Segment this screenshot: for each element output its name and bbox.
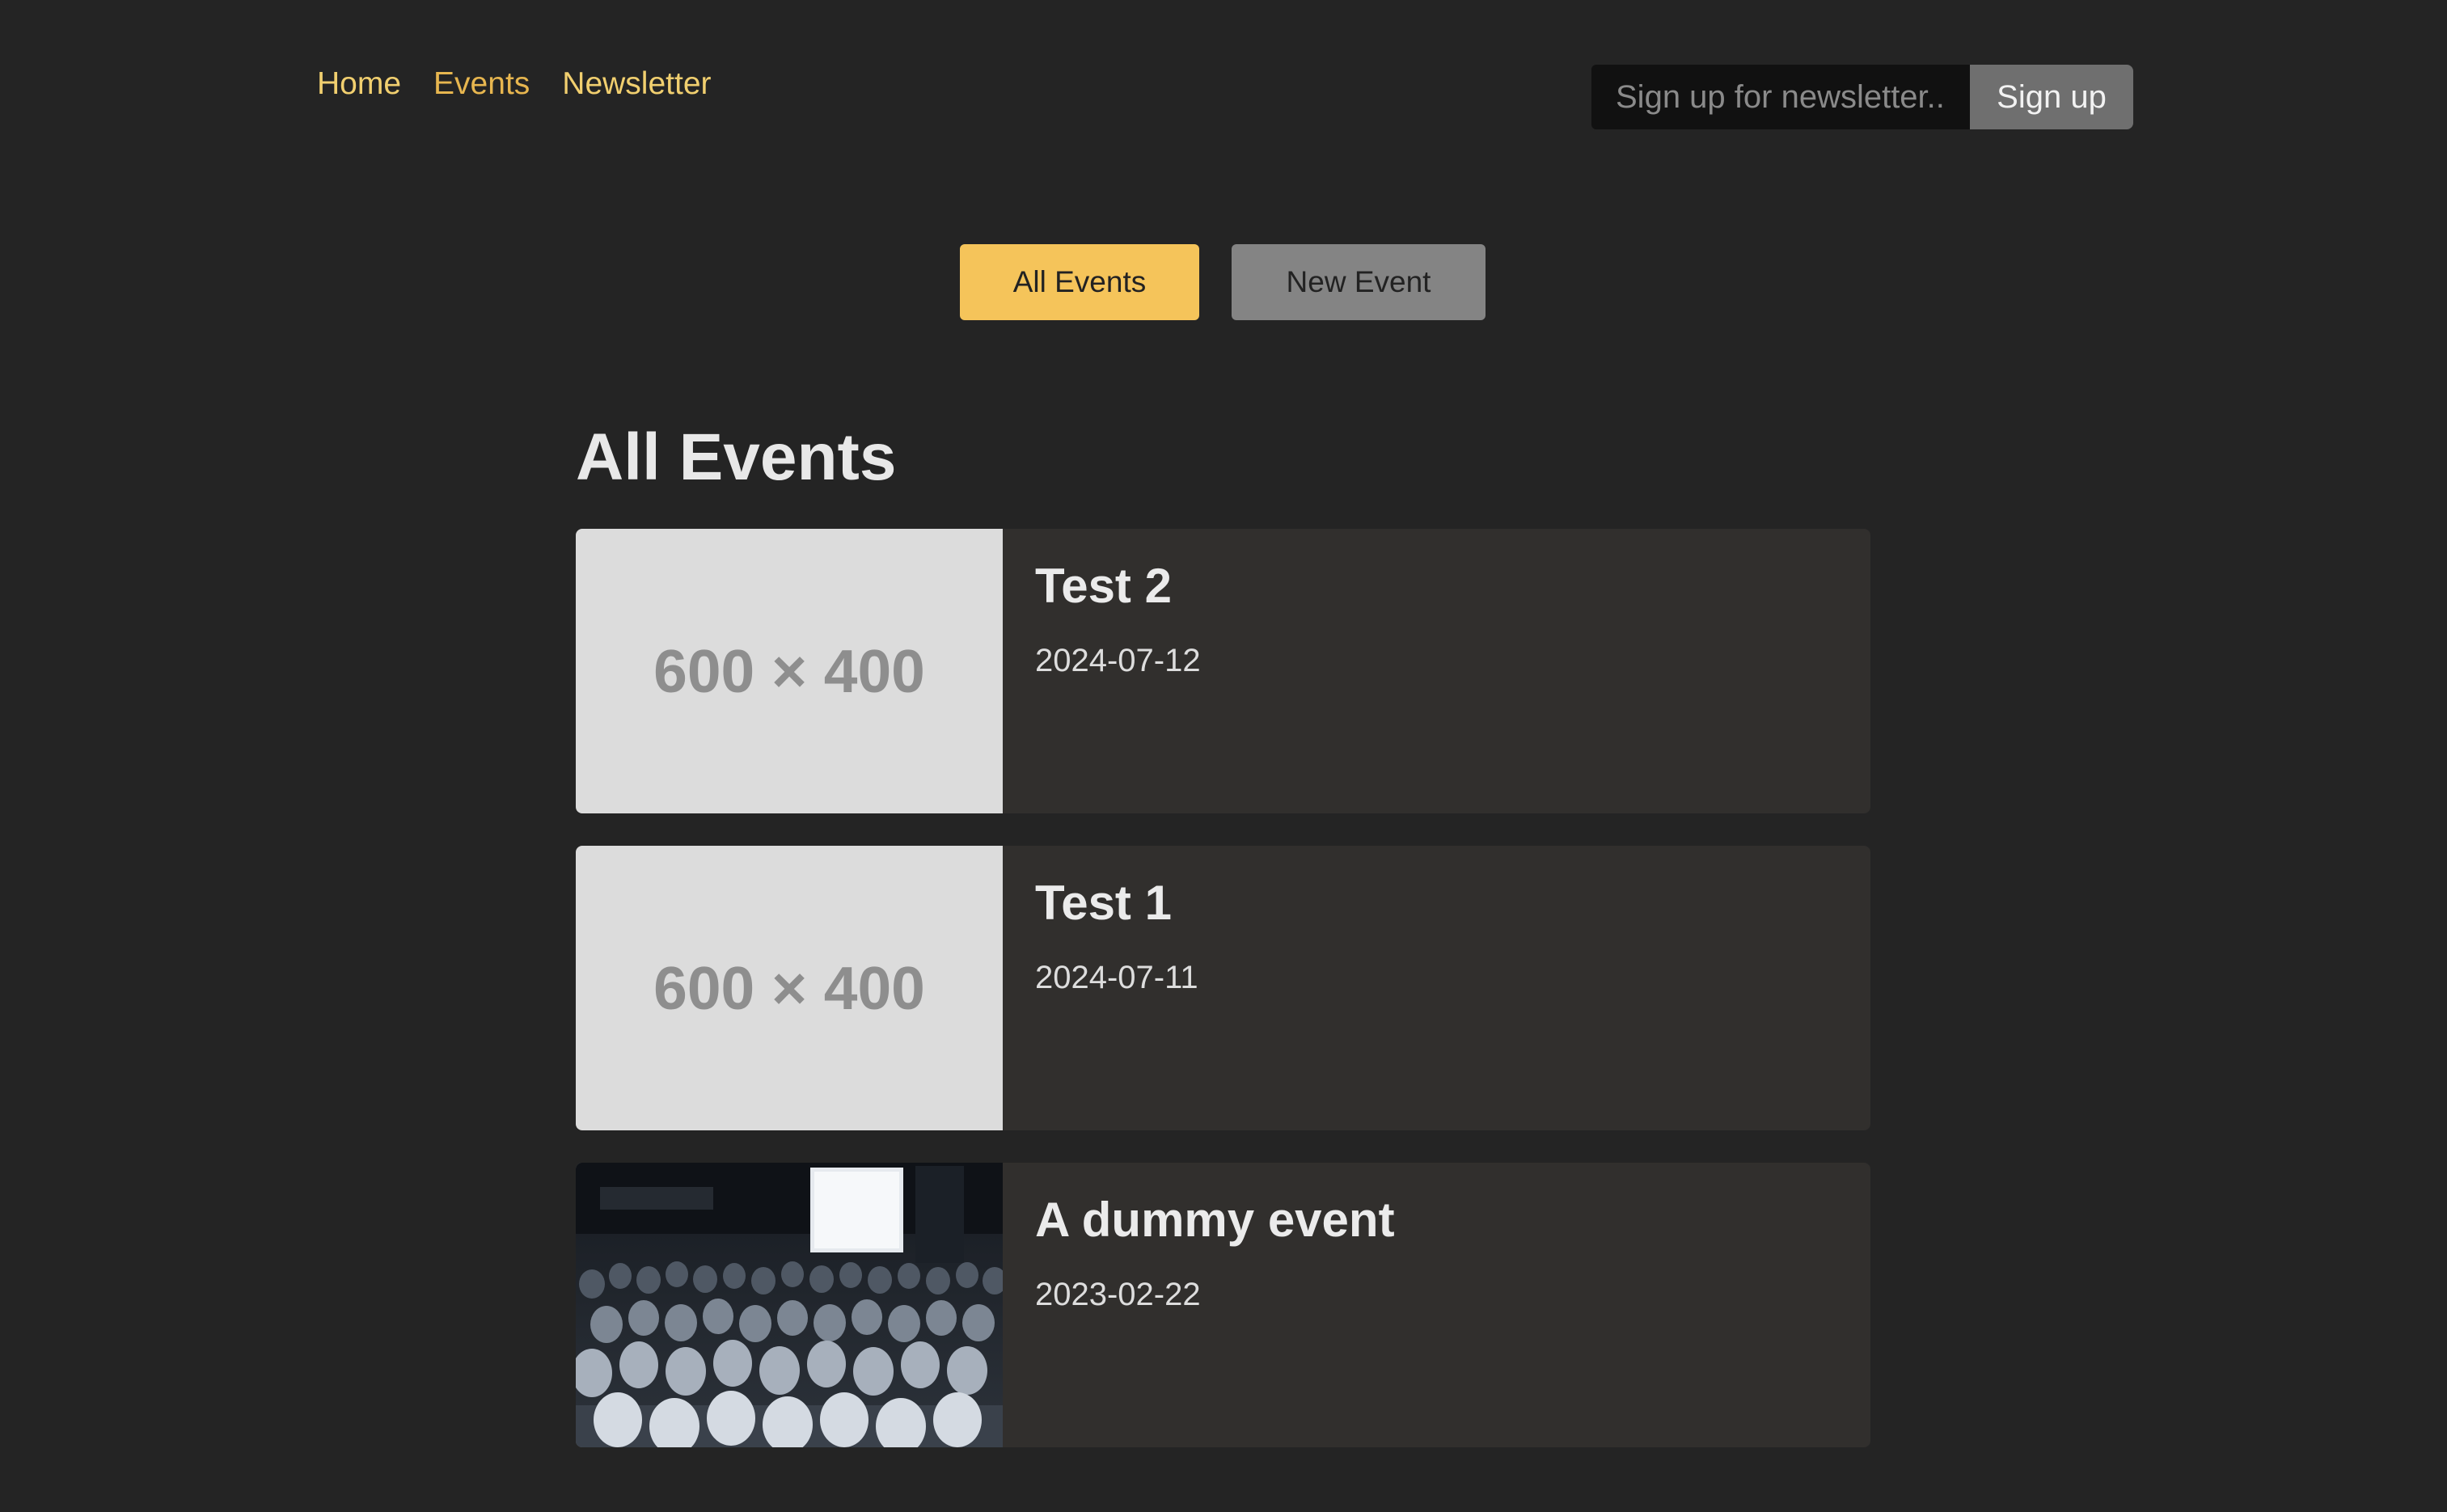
event-card[interactable]: 600 × 400 Test 1 2024-07-11 — [576, 846, 1870, 1130]
event-card[interactable]: 600 × 400 Test 2 2024-07-12 — [576, 529, 1870, 813]
image-placeholder-label: 600 × 400 — [653, 954, 925, 1022]
event-title[interactable]: A dummy event — [1035, 1192, 1395, 1248]
event-view-tabs: All Events New Event — [960, 244, 1486, 320]
nav-home-link[interactable]: Home — [317, 66, 401, 102]
event-image-placeholder: 600 × 400 — [576, 846, 1003, 1130]
event-title[interactable]: Test 1 — [1035, 875, 1198, 931]
event-info: A dummy event 2023-02-22 — [1003, 1163, 1427, 1447]
nav-events-link[interactable]: Events — [433, 66, 530, 102]
event-date: 2024-07-12 — [1035, 643, 1201, 678]
crowd-photo-image — [576, 1163, 1003, 1447]
event-photo-crowd — [576, 1163, 1003, 1447]
newsletter-email-input[interactable] — [1591, 65, 1970, 129]
event-date: 2024-07-11 — [1035, 960, 1198, 995]
event-list: 600 × 400 Test 2 2024-07-12 600 × 400 Te… — [576, 529, 1870, 1480]
newsletter-signup-form: Sign up — [1591, 65, 2133, 129]
event-card[interactable]: A dummy event 2023-02-22 — [576, 1163, 1870, 1447]
event-info: Test 2 2024-07-12 — [1003, 529, 1233, 813]
event-info: Test 1 2024-07-11 — [1003, 846, 1231, 1130]
main-nav: Home Events Newsletter — [317, 66, 712, 102]
new-event-button[interactable]: New Event — [1232, 244, 1486, 320]
image-placeholder-label: 600 × 400 — [653, 637, 925, 705]
event-title[interactable]: Test 2 — [1035, 558, 1201, 614]
event-image-placeholder: 600 × 400 — [576, 529, 1003, 813]
nav-newsletter-link[interactable]: Newsletter — [562, 66, 711, 102]
newsletter-signup-button[interactable]: Sign up — [1970, 65, 2133, 129]
all-events-button[interactable]: All Events — [960, 244, 1199, 320]
page-title: All Events — [576, 420, 897, 494]
event-date: 2023-02-22 — [1035, 1277, 1201, 1312]
